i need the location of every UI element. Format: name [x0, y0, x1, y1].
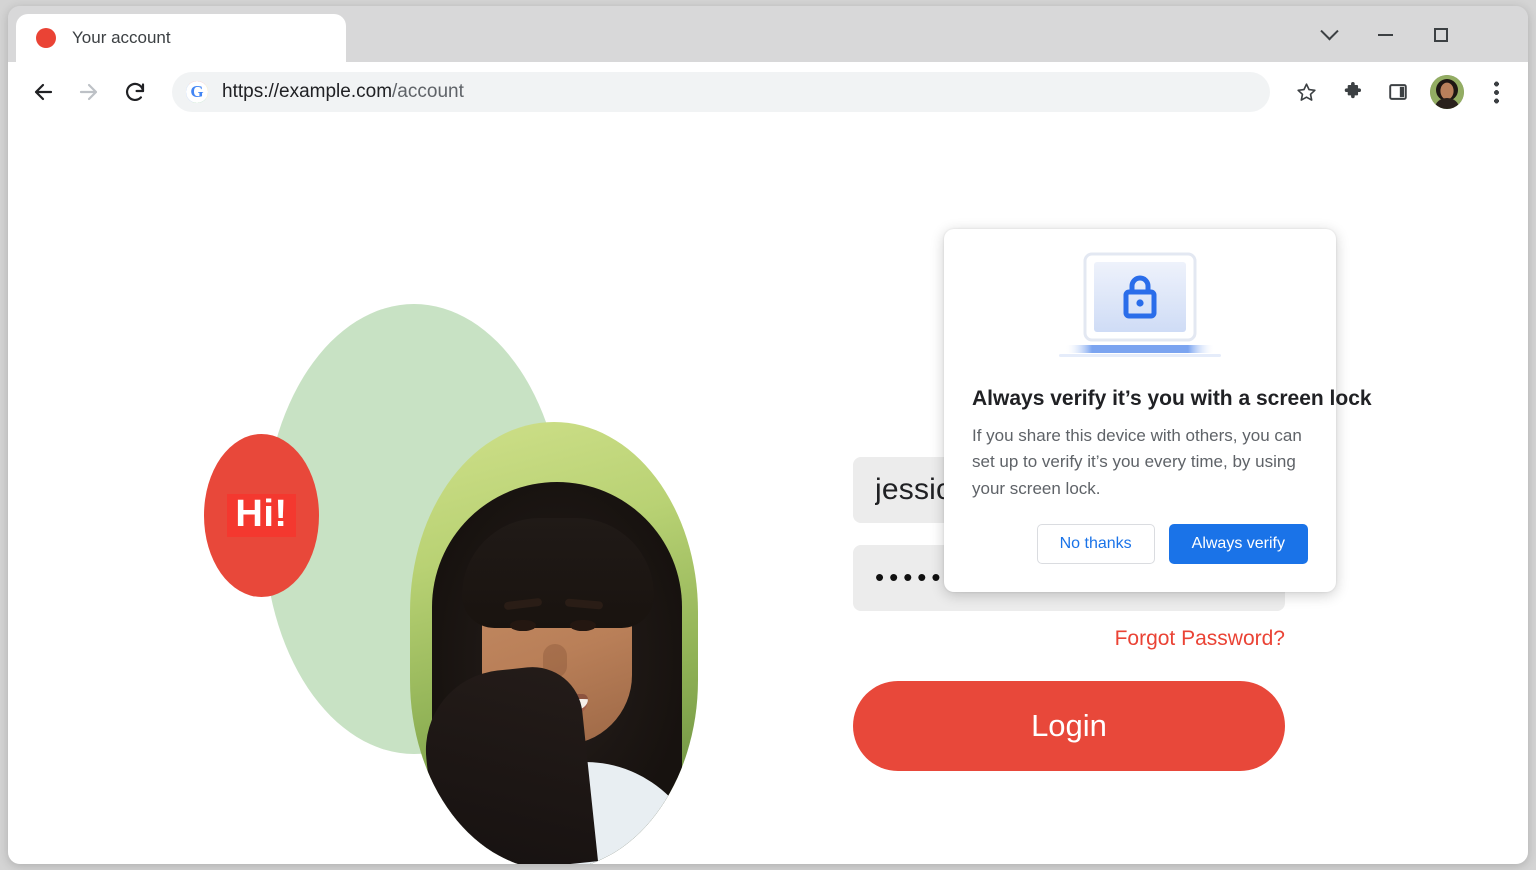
dialog-close-button[interactable]: [1288, 239, 1326, 277]
browser-toolbar: https://example.com/account: [8, 62, 1528, 122]
portrait-eye-right: [570, 620, 596, 631]
tab-close-button[interactable]: [302, 23, 332, 53]
screen-lock-dialog: Always verify it’s you with a screen loc…: [944, 229, 1372, 592]
always-verify-button[interactable]: Always verify: [1168, 524, 1308, 564]
window-close-button[interactable]: [1474, 18, 1520, 52]
browser-menu-button[interactable]: [1474, 70, 1518, 114]
username-value: jessic: [875, 472, 952, 506]
star-icon: [1296, 82, 1316, 101]
toolbar-actions: [1284, 70, 1518, 114]
three-dot-menu-icon: [1493, 80, 1499, 104]
arrow-left-icon: [34, 83, 53, 101]
tab-title: Your account: [72, 28, 171, 47]
dialog-actions: No thanks Always verify: [1036, 524, 1308, 564]
address-bar[interactable]: https://example.com/account: [172, 72, 1270, 112]
back-button[interactable]: [22, 71, 64, 113]
portrait-photo: [410, 422, 698, 864]
portrait-hair-front: [462, 518, 654, 628]
login-button[interactable]: Login: [853, 680, 1285, 771]
dialog-title: Always verify it’s you with a screen loc…: [972, 387, 1372, 410]
reload-icon: [126, 82, 145, 102]
dialog-body-text: If you share this device with others, yo…: [972, 426, 1302, 498]
url-text: https://example.com/account: [222, 81, 464, 103]
portrait-eye-left: [510, 620, 536, 631]
url-domain: https://example.com: [222, 81, 393, 102]
new-tab-button[interactable]: [368, 23, 398, 53]
arrow-right-icon: [79, 83, 98, 101]
minimize-icon: [1377, 34, 1393, 36]
tab-favicon: [36, 28, 56, 48]
page-content: Hi! W Please jessic: [8, 122, 1528, 864]
forward-button[interactable]: [68, 71, 110, 113]
url-path: /account: [392, 81, 464, 102]
greeting-badge-label: Hi!: [227, 494, 296, 537]
side-panel-icon: [1389, 84, 1407, 100]
no-thanks-button[interactable]: No thanks: [1036, 524, 1155, 564]
profile-avatar[interactable]: [1430, 75, 1464, 109]
puzzle-icon: [1344, 81, 1361, 98]
window-controls: [1306, 18, 1520, 52]
side-panel-button[interactable]: [1376, 70, 1420, 114]
laptop-with-lock-icon: [1059, 252, 1221, 357]
bookmark-button[interactable]: [1284, 70, 1328, 114]
avatar: [1430, 75, 1464, 109]
greeting-badge: Hi!: [204, 434, 319, 597]
maximize-icon: [1434, 28, 1448, 42]
minimize-button[interactable]: [1362, 18, 1408, 52]
tab-search-button[interactable]: [1306, 18, 1352, 52]
hero-illustration: Hi!: [8, 122, 768, 864]
chevron-down-icon: [1319, 21, 1339, 40]
reload-button[interactable]: [114, 71, 156, 113]
browser-window: Your account G https://example.com/accou…: [8, 6, 1528, 864]
maximize-button[interactable]: [1418, 18, 1464, 52]
dialog-illustration: [972, 229, 1308, 379]
google-favicon: [186, 81, 208, 103]
tab-strip: Your account: [8, 6, 1528, 62]
forgot-password-link[interactable]: Forgot Password?: [853, 627, 1285, 651]
browser-tab[interactable]: Your account: [16, 14, 346, 62]
extensions-button[interactable]: [1330, 70, 1374, 114]
